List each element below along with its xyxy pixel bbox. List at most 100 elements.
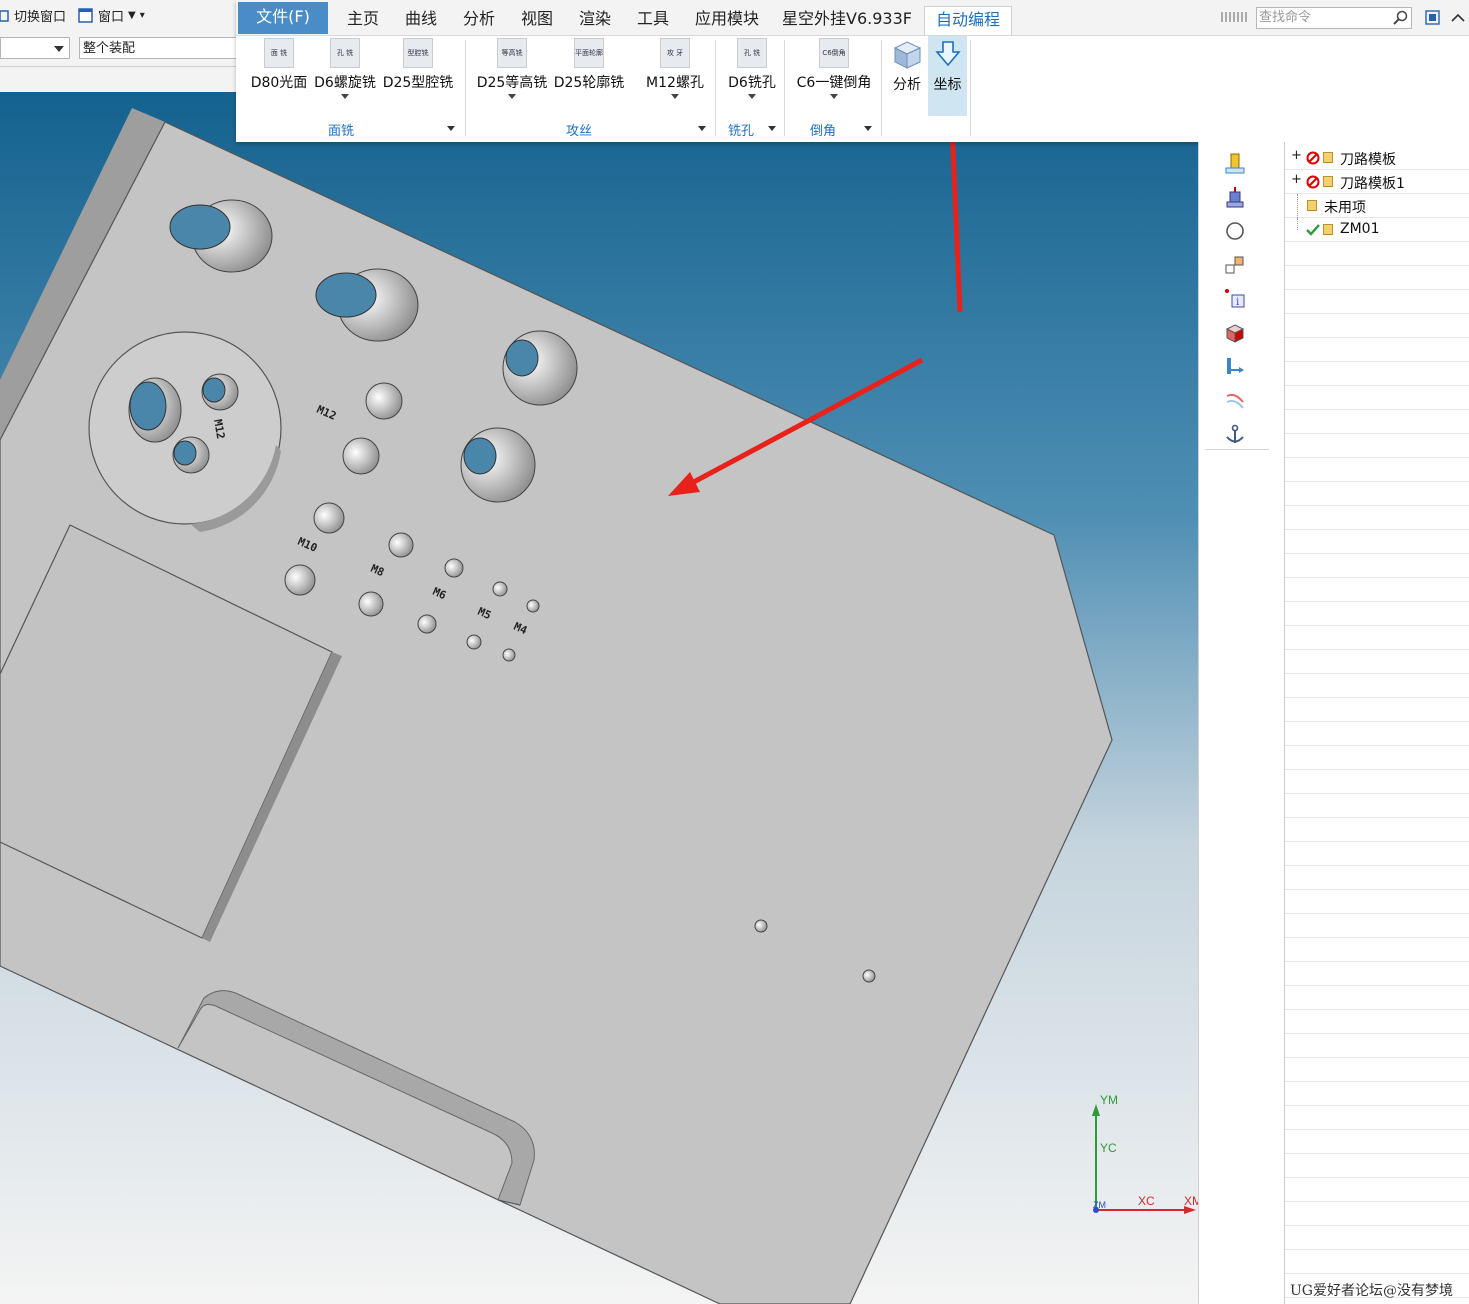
cavity-mill-button[interactable]: 型腔铣 D25型腔铣: [382, 38, 454, 92]
empty-grid-row: [1285, 1250, 1469, 1274]
tap-thread-button[interactable]: 攻 牙 M12螺孔: [640, 38, 710, 99]
empty-grid-row: [1285, 866, 1469, 890]
empty-grid-row: [1285, 1202, 1469, 1226]
tree-node-zm01[interactable]: ZM01: [1285, 218, 1469, 242]
zlevel-mill-button[interactable]: 等高铣 D25等高铣: [476, 38, 548, 99]
hole-mill-icon: 孔 铣: [330, 38, 360, 68]
collapse-ribbon-icon[interactable]: [1451, 12, 1465, 22]
measure-icon[interactable]: [1224, 390, 1246, 412]
tapped-hole-m5: [492, 581, 508, 597]
chevron-down-icon[interactable]: [508, 94, 516, 99]
empty-grid-row: [1285, 674, 1469, 698]
empty-grid-row: [1285, 602, 1469, 626]
empty-grid-row: [1285, 722, 1469, 746]
group-label-tapping: 攻丝: [565, 124, 592, 139]
selection-filter-dropdown[interactable]: [0, 37, 70, 59]
tab-auto-programming[interactable]: 自动编程: [924, 6, 1012, 35]
group-divider: [881, 40, 882, 136]
command-search-placeholder: 查找命令: [1259, 10, 1312, 25]
chevron-down-icon[interactable]: [768, 126, 776, 131]
tab-applications[interactable]: 应用模块: [686, 6, 768, 34]
tree-node-label: ZM01: [1340, 221, 1380, 237]
triad-ym-label: YM: [1100, 1093, 1118, 1107]
chevron-down-icon[interactable]: [748, 94, 756, 99]
search-icon[interactable]: [1393, 10, 1409, 26]
face-mill-button[interactable]: 面 铣 D80光面: [250, 38, 308, 92]
assembly-scope-dropdown[interactable]: 整个装配: [79, 37, 239, 59]
tree-node-template-2[interactable]: + 刀路模板1: [1285, 170, 1469, 194]
tab-file[interactable]: 文件(F): [238, 2, 328, 34]
helical-mill-button[interactable]: 孔 铣 D6螺旋铣: [312, 38, 378, 99]
empty-grid-row: [1285, 434, 1469, 458]
empty-grid-row: [1285, 818, 1469, 842]
chevron-down-icon[interactable]: [341, 94, 349, 99]
analysis-button[interactable]: 分析: [888, 38, 926, 94]
switch-window-label: 切换窗口: [14, 10, 67, 25]
cavity-mill-icon-text: 型腔铣: [407, 49, 429, 57]
drag-handle-icon[interactable]: [1221, 12, 1249, 22]
hole-mill-icon-text: 孔 铣: [743, 49, 761, 57]
tapped-hole-m4: [502, 648, 516, 662]
chevron-down-icon[interactable]: [671, 94, 679, 99]
tab-render[interactable]: 渲染: [570, 6, 620, 34]
empty-grid-row: [1285, 1058, 1469, 1082]
coordinate-button[interactable]: 坐标: [928, 36, 967, 116]
window-restore-icon[interactable]: [1425, 10, 1440, 25]
tree-node-unused[interactable]: 未用项: [1285, 194, 1469, 218]
circle-icon[interactable]: [1224, 220, 1246, 242]
tapped-hole-m8: [358, 591, 384, 617]
model-canvas[interactable]: M12 M12 M10 M8 M6 M5 M4 YM YC XC XM ZM: [0, 92, 1198, 1304]
tree-node-label: 未用项: [1324, 200, 1366, 216]
counterbore-hole: [460, 427, 536, 503]
contour-mill-button[interactable]: 平面轮廓 D25轮廓铣: [552, 38, 626, 92]
face-mill-icon-text: 面 铣: [270, 49, 288, 57]
tab-curve[interactable]: 曲线: [396, 6, 446, 34]
tab-analysis[interactable]: 分析: [454, 6, 504, 34]
chamfer-button[interactable]: C6倒角 C6一键倒角: [794, 38, 874, 99]
hole-mill-button[interactable]: 孔 铣 D6铣孔: [722, 38, 782, 99]
chevron-down-icon[interactable]: [830, 94, 838, 99]
group-label-face-mill: 面铣: [327, 124, 354, 139]
tap-thread-label: M12螺孔: [646, 75, 704, 91]
empty-grid-row: [1285, 962, 1469, 986]
group-divider: [465, 40, 466, 136]
tree-line: [1297, 218, 1299, 230]
chevron-down-icon[interactable]: [698, 126, 706, 131]
tab-tools[interactable]: 工具: [628, 6, 678, 34]
expand-icon[interactable]: +: [1291, 172, 1302, 187]
expand-icon[interactable]: +: [1291, 148, 1302, 163]
tree-node-template-1[interactable]: + 刀路模板: [1285, 146, 1469, 170]
chevron-down-icon[interactable]: [447, 126, 455, 131]
empty-grid-row: [1285, 770, 1469, 794]
assembly-icon[interactable]: [1224, 186, 1246, 208]
empty-grid-row: [1285, 698, 1469, 722]
anchor-icon[interactable]: [1224, 424, 1246, 446]
empty-grid-row: [1285, 338, 1469, 362]
switch-window-button[interactable]: 切换窗口: [0, 6, 66, 25]
move-icon[interactable]: [1224, 356, 1246, 378]
zlevel-mill-icon-text: 等高铣: [501, 49, 523, 57]
empty-grid-row: [1285, 290, 1469, 314]
window-icon: [78, 7, 93, 23]
tapped-hole-m8: [388, 532, 414, 558]
chevron-down-icon[interactable]: [864, 126, 872, 131]
empty-grid-row: [1285, 746, 1469, 770]
excluded-status-icon: [1306, 151, 1320, 165]
constraint-icon[interactable]: [1224, 254, 1246, 276]
contour-mill-icon-text: 平面轮廓: [575, 49, 603, 57]
through-hole: [201, 373, 239, 411]
graphics-viewport[interactable]: M12 M12 M10 M8 M6 M5 M4 YM YC XC XM ZM: [0, 92, 1198, 1304]
window-menu-button[interactable]: 窗口 ▼ ▾: [78, 6, 145, 25]
command-search-input[interactable]: 查找命令: [1256, 7, 1412, 29]
folder-icon: [1323, 152, 1333, 163]
tree-node-label: 刀路模板1: [1340, 176, 1405, 192]
red-cube-icon[interactable]: [1224, 322, 1246, 344]
tapped-hole-m10: [284, 564, 316, 596]
toolbar-options-icon[interactable]: ▾: [140, 10, 145, 21]
tab-home[interactable]: 主页: [338, 6, 388, 34]
tab-view[interactable]: 视图: [512, 6, 562, 34]
tab-xingkong-plugin[interactable]: 星空外挂V6.933F: [776, 6, 918, 34]
part-icon[interactable]: [1224, 152, 1246, 174]
empty-grid-row: [1285, 266, 1469, 290]
info-icon[interactable]: i: [1224, 288, 1246, 310]
